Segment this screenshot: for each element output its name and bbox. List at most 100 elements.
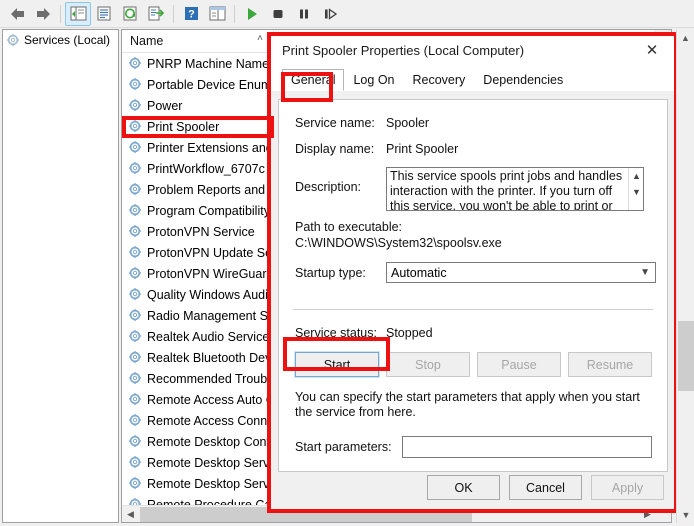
pause-service-dialog-button: Pause — [477, 352, 561, 377]
service-name-cell: PNRP Machine Name Pu — [122, 57, 274, 71]
resume-service-dialog-button: Resume — [568, 352, 652, 377]
service-name-cell: Realtek Audio Service — [122, 330, 274, 344]
service-name-value: Spooler — [386, 116, 430, 130]
gear-icon — [129, 183, 142, 196]
gear-icon — [129, 141, 142, 154]
toolbar: ? — [0, 0, 694, 28]
properties-button[interactable] — [91, 2, 117, 26]
start-service-dialog-button[interactable]: Start — [294, 351, 380, 378]
service-name-text: Radio Management Serv — [147, 308, 274, 323]
startup-type-value: Automatic — [391, 265, 447, 280]
service-name-cell: Remote Desktop Service — [122, 477, 274, 491]
service-name-text: Portable Device Enumera — [147, 77, 274, 92]
gear-icon — [129, 162, 142, 175]
back-button[interactable] — [4, 2, 30, 26]
service-name-text: Remote Access Auto Cor — [147, 392, 274, 407]
service-name-cell: Quality Windows Audio — [122, 288, 274, 302]
description-label: Description: — [295, 180, 361, 194]
stop-button-label: Stop — [415, 357, 441, 372]
service-name-cell: Portable Device Enumera — [122, 78, 274, 92]
gear-icon — [129, 204, 142, 217]
start-parameters-input[interactable] — [402, 436, 652, 458]
start-button-label: Start — [323, 357, 351, 372]
service-name-text: Realtek Audio Service — [147, 329, 270, 344]
gear-icon — [129, 351, 142, 364]
tree-item-services-local[interactable]: Services (Local) — [3, 30, 118, 50]
panel-separator — [293, 309, 653, 310]
service-name-text: Quality Windows Audio — [147, 287, 274, 302]
tab-recovery-label: Recovery — [412, 73, 466, 87]
tab-dependencies-label: Dependencies — [483, 73, 564, 87]
ok-button[interactable]: OK — [427, 475, 500, 500]
service-name-cell: PrintWorkflow_6707c — [122, 162, 274, 176]
tab-log-on[interactable]: Log On — [344, 69, 403, 91]
description-row: Description: This service spools print j… — [295, 167, 667, 211]
column-header-name[interactable]: Name ˄ — [122, 30, 274, 52]
refresh-button[interactable] — [117, 2, 143, 26]
help-button[interactable]: ? — [178, 2, 204, 26]
window-vertical-scrollbar[interactable]: ▲ ▼ — [676, 29, 694, 523]
tab-general[interactable]: General — [282, 69, 345, 91]
service-name-cell: Remote Desktop Config — [122, 435, 274, 449]
forward-button[interactable] — [30, 2, 56, 26]
startup-type-label: Startup type: — [295, 265, 366, 280]
path-to-executable-value: C:\WINDOWS\System32\spoolsv.exe — [295, 236, 502, 250]
toolbar-separator-2 — [173, 4, 174, 23]
gear-icon — [129, 414, 142, 427]
description-scroll-up-icon[interactable]: ▲ — [629, 168, 643, 184]
chevron-down-icon[interactable]: ▼ — [640, 267, 650, 278]
close-icon[interactable]: ✕ — [630, 36, 674, 65]
service-name-cell: Print Spooler — [122, 120, 274, 134]
service-name-cell: Radio Management Serv — [122, 309, 274, 323]
tree-item-label: Services (Local) — [24, 33, 111, 47]
dialog-title: Print Spooler Properties (Local Computer… — [282, 42, 525, 58]
service-name-text: Remote Desktop Service — [147, 455, 274, 470]
service-name-text: PrintWorkflow_6707c — [147, 161, 265, 176]
window-scroll-down-icon[interactable]: ▼ — [677, 506, 694, 523]
gear-icon — [129, 225, 142, 238]
tab-recovery[interactable]: Recovery — [404, 69, 475, 91]
description-scroll-down-icon[interactable]: ▼ — [629, 184, 643, 200]
tab-dependencies[interactable]: Dependencies — [474, 69, 572, 91]
general-tab-panel: Service name: Spooler Display name: Prin… — [278, 99, 668, 472]
tab-general-label: General — [291, 73, 336, 87]
service-name-cell: Problem Reports and Sol — [122, 183, 274, 197]
scroll-left-icon[interactable]: ◀ — [122, 506, 139, 522]
show-action-pane-button[interactable] — [204, 2, 230, 26]
service-status-row: Service status: Stopped — [295, 326, 667, 340]
dialog-tabstrip: General Log On Recovery Dependencies — [270, 65, 674, 91]
pause-button-label: Pause — [501, 357, 537, 372]
path-to-executable-block: Path to executable: C:\WINDOWS\System32\… — [295, 220, 667, 250]
gear-icon — [129, 120, 142, 133]
gear-icon — [129, 267, 142, 280]
stop-service-button[interactable] — [265, 2, 291, 26]
service-name-text: Power — [147, 98, 183, 113]
restart-service-button[interactable] — [317, 2, 343, 26]
gear-icon — [129, 435, 142, 448]
description-textarea[interactable]: This service spools print jobs and handl… — [386, 167, 644, 211]
service-name-text: Program Compatibility A — [147, 203, 274, 218]
tab-log-on-label: Log On — [353, 73, 395, 87]
gear-icon — [129, 393, 142, 406]
service-name-text: ProtonVPN Update Servi — [147, 245, 274, 260]
console-tree-pane: Services (Local) — [2, 29, 119, 523]
gear-icon — [129, 99, 142, 112]
startup-type-select[interactable]: Automatic ▼ — [386, 262, 656, 283]
export-list-button[interactable] — [143, 2, 169, 26]
dialog-title-bar: Print Spooler Properties (Local Computer… — [270, 35, 674, 65]
start-service-button[interactable] — [239, 2, 265, 26]
cancel-button[interactable]: Cancel — [509, 475, 582, 500]
window-vertical-scroll-thumb[interactable] — [678, 321, 694, 391]
start-parameters-label: Start parameters: — [295, 440, 392, 454]
apply-button: Apply — [591, 475, 664, 500]
window-scroll-up-icon[interactable]: ▲ — [677, 29, 694, 46]
gear-icon — [129, 477, 142, 490]
gear-icon — [129, 288, 142, 301]
display-name-label: Display name: — [295, 142, 375, 156]
service-name-label: Service name: — [295, 116, 375, 130]
show-hide-tree-button[interactable] — [65, 1, 91, 26]
sort-ascending-icon: ˄ — [257, 33, 263, 44]
service-name-text: ProtonVPN Service — [147, 224, 255, 239]
description-scrollbar[interactable]: ▲ ▼ — [628, 168, 643, 210]
pause-service-button[interactable] — [291, 2, 317, 26]
